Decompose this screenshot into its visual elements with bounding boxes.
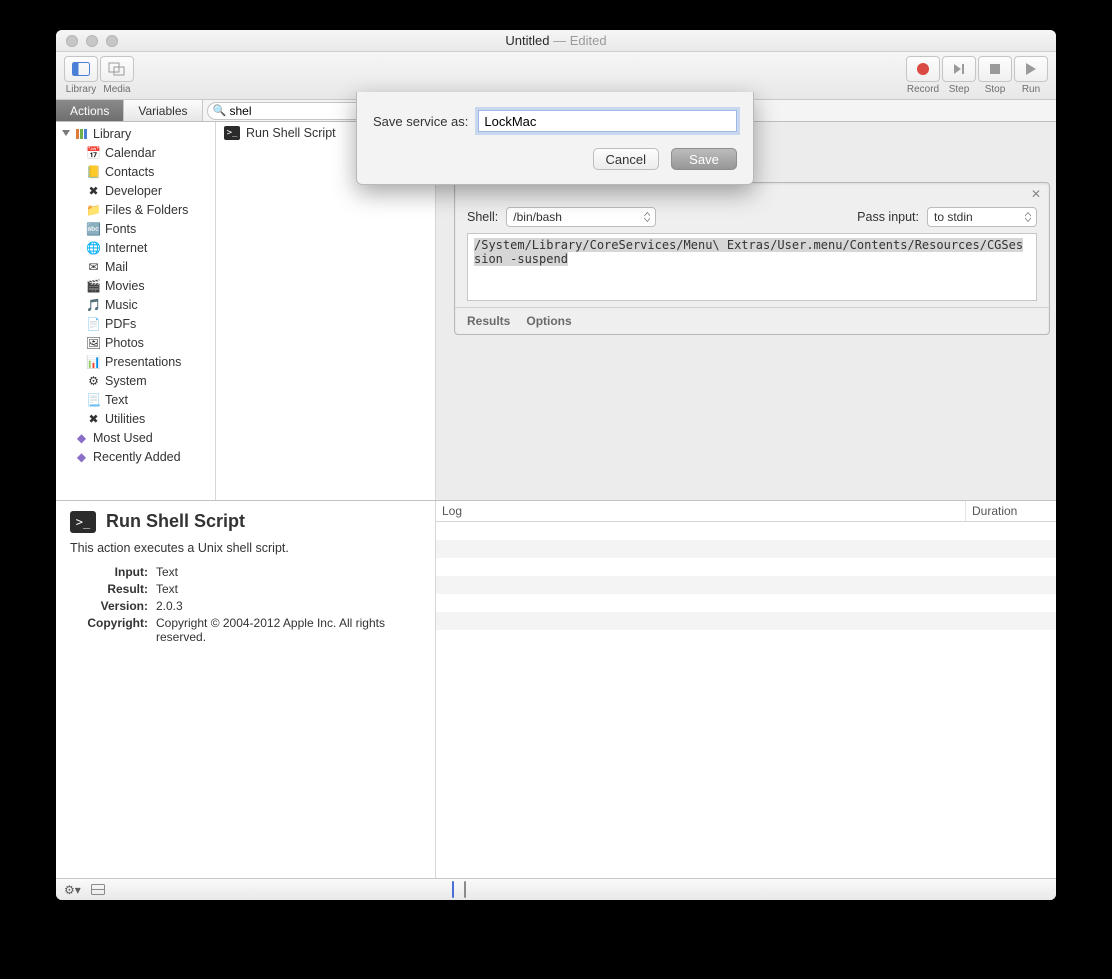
workflow-action-run-shell-script: ✕ Shell: /bin/bash Pass input: to stdin	[454, 182, 1050, 335]
sidebar-item-fonts[interactable]: 🔤Fonts	[56, 219, 215, 238]
step-label: Step	[949, 84, 970, 95]
play-icon	[1025, 62, 1037, 76]
media-icon	[108, 62, 126, 76]
step-icon	[952, 62, 966, 76]
sidebar-item-pdfs[interactable]: 📄PDFs	[56, 314, 215, 333]
sidebar-item-movies[interactable]: 🎬Movies	[56, 276, 215, 295]
info-title: Run Shell Script	[106, 511, 245, 532]
library-root-label: Library	[93, 127, 131, 141]
view-mode-log-button[interactable]	[464, 882, 466, 897]
text-icon: 📃	[86, 392, 101, 407]
sidebar-item-most-used[interactable]: ◆ Most Used	[56, 428, 215, 447]
music-icon: 🎵	[86, 297, 101, 312]
window-title: Untitled — Edited	[56, 33, 1056, 48]
stop-icon	[989, 63, 1001, 75]
mail-icon: ✉	[86, 259, 101, 274]
save-as-input[interactable]	[478, 110, 737, 132]
shell-label: Shell:	[467, 210, 498, 224]
system-icon: ⚙	[86, 373, 101, 388]
shell-dropdown[interactable]: /bin/bash	[506, 207, 656, 227]
movies-icon: 🎬	[86, 278, 101, 293]
smart-folder-icon: ◆	[74, 449, 89, 464]
library-toggle-label: Library	[66, 84, 97, 95]
passinput-dropdown[interactable]: to stdin	[927, 207, 1037, 227]
info-description: This action executes a Unix shell script…	[70, 541, 421, 555]
gear-menu-button[interactable]: ⚙▾	[64, 883, 81, 897]
terminal-icon: >_	[224, 126, 240, 140]
panel-icon	[91, 884, 105, 895]
tab-variables[interactable]: Variables	[124, 100, 202, 121]
utilities-icon: ✖	[86, 411, 101, 426]
library-sidebar: Library 📅Calendar 📒Contacts ✖Developer 📁…	[56, 122, 216, 500]
fonts-icon: 🔤	[86, 221, 101, 236]
disclosure-triangle-icon[interactable]	[62, 130, 70, 136]
record-label: Record	[907, 84, 939, 95]
run-label: Run	[1022, 84, 1040, 95]
passinput-label: Pass input:	[857, 210, 919, 224]
internet-icon: 🌐	[86, 240, 101, 255]
sidebar-item-recently-added[interactable]: ◆ Recently Added	[56, 447, 215, 466]
record-button[interactable]	[906, 56, 940, 82]
action-tab-results[interactable]: Results	[467, 314, 510, 328]
presentations-icon: 📊	[86, 354, 101, 369]
stop-button[interactable]	[978, 56, 1012, 82]
tab-actions[interactable]: Actions	[56, 100, 124, 121]
save-sheet: Save service as: Cancel Save	[356, 92, 754, 185]
library-root[interactable]: Library	[56, 124, 215, 143]
sidebar-item-contacts[interactable]: 📒Contacts	[56, 162, 215, 181]
calendar-icon: 📅	[86, 145, 101, 160]
developer-icon: ✖	[86, 183, 101, 198]
info-result-value: Text	[156, 582, 421, 596]
record-icon	[916, 62, 930, 76]
titlebar: Untitled — Edited	[56, 30, 1056, 52]
view-mode-workflow-button[interactable]	[452, 882, 454, 897]
sidebar-item-presentations[interactable]: 📊Presentations	[56, 352, 215, 371]
info-copyright-value: Copyright © 2004-2012 Apple Inc. All rig…	[156, 616, 421, 644]
info-version-key: Version:	[70, 599, 156, 613]
log-view-icon	[464, 881, 466, 898]
search-icon: 🔍	[213, 104, 227, 117]
library-toggle-button[interactable]	[64, 56, 98, 82]
save-as-label: Save service as:	[373, 114, 468, 129]
sidebar-item-music[interactable]: 🎵Music	[56, 295, 215, 314]
toggle-info-button[interactable]	[91, 884, 105, 895]
pdf-icon: 📄	[86, 316, 101, 331]
info-result-key: Result:	[70, 582, 156, 596]
action-tab-options[interactable]: Options	[526, 314, 571, 328]
status-bar: ⚙▾	[56, 878, 1056, 900]
script-textarea[interactable]: /System/Library/CoreServices/Menu\ Extra…	[467, 233, 1037, 301]
files-icon: 📁	[86, 202, 101, 217]
action-info-pane: >_ Run Shell Script This action executes…	[56, 501, 436, 879]
info-version-value: 2.0.3	[156, 599, 421, 613]
step-button[interactable]	[942, 56, 976, 82]
info-input-value: Text	[156, 565, 421, 579]
photos-icon: 🖼	[86, 335, 101, 350]
document-status: Edited	[570, 33, 607, 48]
sidebar-item-mail[interactable]: ✉Mail	[56, 257, 215, 276]
workflow-view-icon	[452, 881, 454, 898]
sidebar-item-system[interactable]: ⚙System	[56, 371, 215, 390]
media-button-label: Media	[103, 84, 130, 95]
terminal-icon: >_	[70, 511, 96, 533]
cancel-button[interactable]: Cancel	[593, 148, 659, 170]
save-button[interactable]: Save	[671, 148, 737, 170]
info-copyright-key: Copyright:	[70, 616, 156, 644]
sidebar-item-photos[interactable]: 🖼Photos	[56, 333, 215, 352]
sidebar-item-developer[interactable]: ✖Developer	[56, 181, 215, 200]
sidebar-item-utilities[interactable]: ✖Utilities	[56, 409, 215, 428]
run-button[interactable]	[1014, 56, 1048, 82]
smart-folder-icon: ◆	[74, 430, 89, 445]
sidebar-item-calendar[interactable]: 📅Calendar	[56, 143, 215, 162]
stop-label: Stop	[985, 84, 1006, 95]
media-button[interactable]	[100, 56, 134, 82]
action-remove-button[interactable]: ✕	[1029, 187, 1043, 201]
sidebar-item-files-folders[interactable]: 📁Files & Folders	[56, 200, 215, 219]
contacts-icon: 📒	[86, 164, 101, 179]
info-input-key: Input:	[70, 565, 156, 579]
sidebar-icon	[72, 62, 90, 76]
document-title: Untitled	[505, 33, 549, 48]
sidebar-item-internet[interactable]: 🌐Internet	[56, 238, 215, 257]
library-icon	[74, 126, 89, 141]
sidebar-item-text[interactable]: 📃Text	[56, 390, 215, 409]
